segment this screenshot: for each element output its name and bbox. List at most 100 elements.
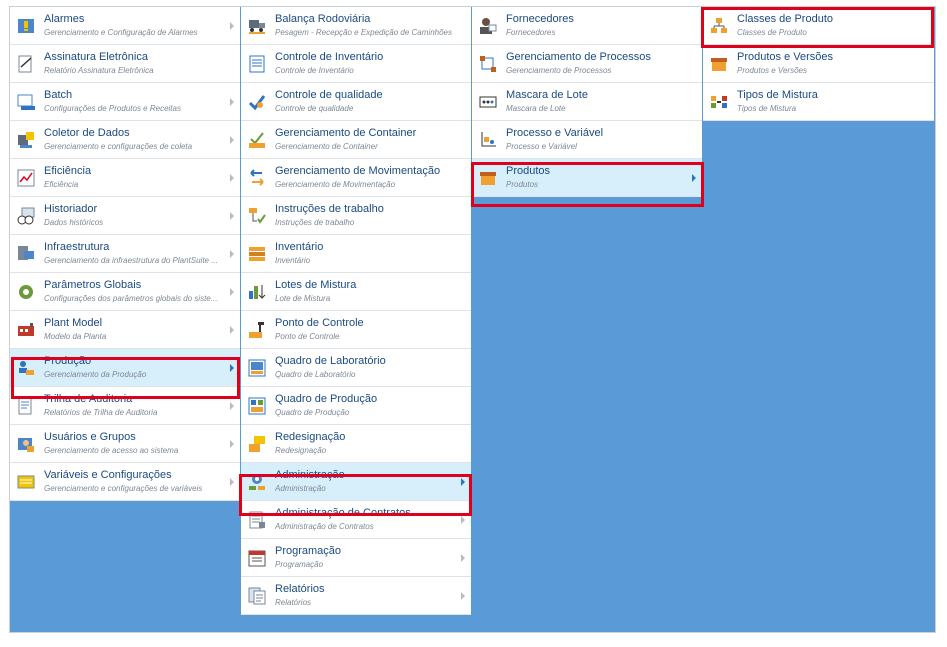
menu-item-gerenciamento-de-container[interactable]: Gerenciamento de Container Gerenciamento … bbox=[241, 121, 471, 159]
menu-item-inventario[interactable]: Inventário Inventário bbox=[241, 235, 471, 273]
menu-item-title: Mascara de Lote bbox=[506, 89, 588, 101]
menu-item-subtitle: Administração de Contratos bbox=[275, 522, 374, 531]
menu-item-batch[interactable]: Batch Configurações de Produtos e Receita… bbox=[10, 83, 240, 121]
menu-item-historiador[interactable]: Historiador Dados históricos bbox=[10, 197, 240, 235]
menu-item-subtitle: Produtos bbox=[506, 180, 539, 189]
product-classes-icon bbox=[710, 17, 728, 35]
menu-column-3: Fornecedores Fornecedores Gerenciamento de… bbox=[472, 7, 702, 197]
menu-item-eficiencia[interactable]: Eficiência Eficiência bbox=[10, 159, 240, 197]
menu-item-produtos[interactable]: Produtos Produtos bbox=[472, 159, 702, 197]
menu-item-redesignacao[interactable]: Redesignação Redesignação bbox=[241, 425, 471, 463]
menu-item-controle-de-qualidade[interactable]: Controle de qualidade Controle de qualida… bbox=[241, 83, 471, 121]
contracts-icon bbox=[248, 511, 266, 529]
admin-gear-icon bbox=[248, 473, 266, 491]
batch-icon bbox=[17, 93, 35, 111]
menu-item-title: Trilha de Auditoria bbox=[44, 393, 133, 405]
menu-item-subtitle: Configurações de Produtos e Receitas bbox=[44, 104, 181, 113]
menu-item-variaveis-e-configuracoes[interactable]: Variáveis e Configurações Gerenciamento e… bbox=[10, 463, 240, 501]
menu-item-subtitle: Gerenciamento de acesso ao sistema bbox=[44, 446, 179, 455]
menu-item-title: Batch bbox=[44, 89, 73, 101]
menu-item-fornecedores[interactable]: Fornecedores Fornecedores bbox=[472, 7, 702, 45]
menu-item-subtitle: Eficiência bbox=[44, 180, 79, 189]
menu-item-subtitle: Quadro de Laboratório bbox=[275, 370, 356, 379]
chevron-right-icon bbox=[230, 174, 234, 182]
menu-item-title: Ponto de Controle bbox=[275, 317, 364, 329]
menu-item-title: Relatórios bbox=[275, 583, 325, 595]
menu-item-ponto-de-controle[interactable]: Ponto de Controle Ponto de Controle bbox=[241, 311, 471, 349]
menu-item-instrucoes-de-trabalho[interactable]: Instruções de trabalho Instruções de trab… bbox=[241, 197, 471, 235]
menu-item-title: Variáveis e Configurações bbox=[44, 469, 172, 481]
movement-arrows-icon bbox=[248, 169, 266, 187]
menu-item-subtitle: Relatório Assinatura Eletrônica bbox=[44, 66, 154, 75]
menu-item-title: Inventário bbox=[275, 241, 324, 253]
menu-item-produtos-e-versoes[interactable]: Produtos e Versões Produtos e Versões bbox=[703, 45, 934, 83]
menu-item-parametros-globais[interactable]: Parâmetros Globais Configurações dos parâ… bbox=[10, 273, 240, 311]
menu-item-lotes-de-mistura[interactable]: Lotes de Mistura Lote de Mistura bbox=[241, 273, 471, 311]
chevron-right-icon bbox=[230, 364, 234, 372]
menu-item-quadro-de-laboratorio[interactable]: Quadro de Laboratório Quadro de Laboratór… bbox=[241, 349, 471, 387]
menu-item-title: Infraestrutura bbox=[44, 241, 110, 253]
menu-item-title: Assinatura Eletrônica bbox=[44, 51, 148, 63]
menu-item-title: Historiador bbox=[44, 203, 98, 215]
menu-item-quadro-de-producao[interactable]: Quadro de Produção Quadro de Produção bbox=[241, 387, 471, 425]
chevron-right-icon bbox=[230, 136, 234, 144]
menu-item-administracao-de-contratos[interactable]: Administração de Contratos Administração … bbox=[241, 501, 471, 539]
menu-item-subtitle: Pesagem - Recepção e Expedição de Caminh… bbox=[275, 28, 452, 37]
menu-item-coletor-de-dados[interactable]: Coletor de Dados Gerenciamento e configur… bbox=[10, 121, 240, 159]
menu-item-subtitle: Processo e Variável bbox=[506, 142, 577, 151]
gear-icon bbox=[17, 283, 35, 301]
process-variable-icon bbox=[479, 131, 497, 149]
menu-item-subtitle: Gerenciamento e Configuração de Alarmes bbox=[44, 28, 198, 37]
menu-item-plant-model[interactable]: Plant Model Modelo da Planta bbox=[10, 311, 240, 349]
menu-item-title: Usuários e Grupos bbox=[44, 431, 136, 443]
menu-item-infraestrutura[interactable]: Infraestrutura Gerenciamento da infraestr… bbox=[10, 235, 240, 273]
reports-icon bbox=[248, 587, 266, 605]
menu-item-assinatura-eletronica[interactable]: Assinatura Eletrônica Relatório Assinatur… bbox=[10, 45, 240, 83]
menu-item-classes-de-produto[interactable]: Classes de Produto Classes de Produto bbox=[703, 7, 934, 45]
menu-item-processo-e-variavel[interactable]: Processo e Variável Processo e Variável bbox=[472, 121, 702, 159]
data-collector-icon bbox=[17, 131, 35, 149]
truck-scale-icon bbox=[248, 17, 266, 35]
menu-item-subtitle: Programação bbox=[275, 560, 324, 569]
menu-item-trilha-de-auditoria[interactable]: Trilha de Auditoria Relatórios de Trilha … bbox=[10, 387, 240, 425]
menu-item-subtitle: Classes de Produto bbox=[737, 28, 807, 37]
menu-item-title: Administração bbox=[275, 469, 345, 481]
menu-item-gerenciamento-de-processos[interactable]: Gerenciamento de Processos Gerenciamento … bbox=[472, 45, 702, 83]
menu-item-tipos-de-mistura[interactable]: Tipos de Mistura Tipos de Mistura bbox=[703, 83, 934, 121]
alarm-icon bbox=[17, 17, 35, 35]
menu-item-controle-de-inventario[interactable]: Controle de Inventário Controle de Invent… bbox=[241, 45, 471, 83]
menu-item-subtitle: Relatórios bbox=[275, 598, 312, 607]
menu-item-title: Instruções de trabalho bbox=[275, 203, 384, 215]
menu-item-title: Parâmetros Globais bbox=[44, 279, 142, 291]
menu-item-programacao[interactable]: Programação Programação bbox=[241, 539, 471, 577]
menu-item-balanca-rodoviaria[interactable]: Balança Rodoviária Pesagem - Recepção e E… bbox=[241, 7, 471, 45]
chevron-right-icon bbox=[230, 22, 234, 30]
quality-control-icon bbox=[248, 93, 266, 111]
menu-item-title: Gerenciamento de Container bbox=[275, 127, 417, 139]
menu-item-subtitle: Mascara de Lote bbox=[506, 104, 566, 113]
inventory-control-icon bbox=[248, 55, 266, 73]
menu-item-mascara-de-lote[interactable]: Mascara de Lote Mascara de Lote bbox=[472, 83, 702, 121]
lab-board-icon bbox=[248, 359, 266, 377]
menu-item-gerenciamento-de-movimentacao[interactable]: Gerenciamento de Movimentação Gerenciamen… bbox=[241, 159, 471, 197]
menu-item-title: Quadro de Laboratório bbox=[275, 355, 386, 367]
menu-item-title: Redesignação bbox=[275, 431, 346, 443]
reassign-icon bbox=[248, 435, 266, 453]
menu-item-subtitle: Modelo da Planta bbox=[44, 332, 107, 341]
menu-item-relatorios[interactable]: Relatórios Relatórios bbox=[241, 577, 471, 615]
chevron-right-icon bbox=[230, 98, 234, 106]
menu-item-subtitle: Gerenciamento de Movimentação bbox=[275, 180, 396, 189]
chevron-right-icon bbox=[692, 174, 696, 182]
menu-item-title: Fornecedores bbox=[506, 13, 574, 25]
menu-item-title: Gerenciamento de Processos bbox=[506, 51, 651, 63]
audit-trail-icon bbox=[17, 397, 35, 415]
menu-item-producao[interactable]: Produção Gerenciamento da Produção bbox=[10, 349, 240, 387]
menu-item-subtitle: Fornecedores bbox=[506, 28, 556, 37]
production-icon bbox=[17, 359, 35, 377]
plant-model-icon bbox=[17, 321, 35, 339]
menu-item-alarmes[interactable]: Alarmes Gerenciamento e Configuração de A… bbox=[10, 7, 240, 45]
menu-item-title: Tipos de Mistura bbox=[737, 89, 818, 101]
menu-item-administracao[interactable]: Administração Administração bbox=[241, 463, 471, 501]
menu-item-usuarios-e-grupos[interactable]: Usuários e Grupos Gerenciamento de acesso… bbox=[10, 425, 240, 463]
menu-item-title: Lotes de Mistura bbox=[275, 279, 357, 291]
